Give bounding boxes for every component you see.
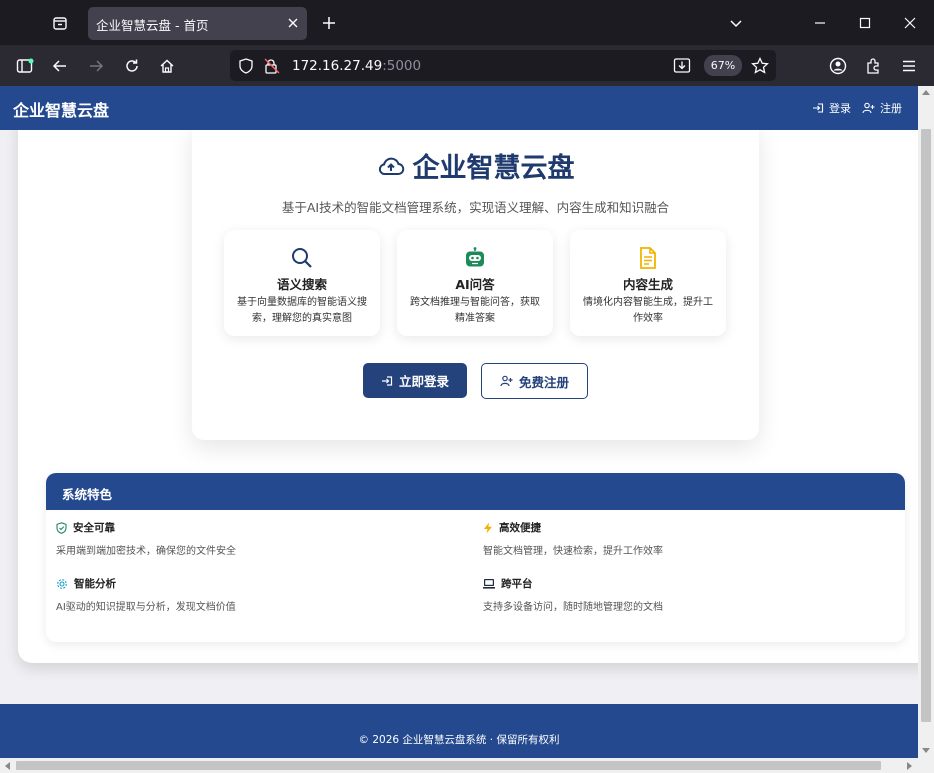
- url-port: :5000: [382, 58, 422, 74]
- scroll-up-arrow-icon[interactable]: [922, 90, 930, 95]
- feature-title: 语义搜索: [276, 277, 327, 292]
- page-footer: © 2026 企业智慧云盘系统 · 保留所有权利: [0, 704, 918, 758]
- feature-card-ai-qa: AI问答 跨文档推理与智能问答，获取精准答案: [397, 230, 553, 336]
- new-tab-icon[interactable]: [318, 12, 340, 34]
- url-text[interactable]: 172.16.27.49:5000: [292, 58, 421, 74]
- scroll-down-arrow-icon[interactable]: [922, 748, 930, 753]
- system-feature-title: 智能分析: [74, 578, 116, 590]
- scroll-left-arrow-icon[interactable]: [5, 762, 10, 770]
- shield-icon[interactable]: [239, 58, 253, 78]
- system-feature-title: 高效便捷: [499, 522, 541, 534]
- feature-desc: 情境化内容智能生成，提升工作效率: [583, 297, 713, 324]
- forward-icon[interactable]: [83, 53, 109, 79]
- horizontal-scrollbar[interactable]: [0, 758, 934, 773]
- url-host: 172.16.27.49: [292, 58, 383, 74]
- header-register-label: 注册: [880, 102, 902, 115]
- download-page-icon[interactable]: [673, 57, 691, 78]
- system-features-card: 系统特色 安全可靠 采用端到端加密技术，确保您的文件安全 高效便捷 智能文档管理…: [46, 473, 905, 642]
- browser-tab-active[interactable]: 企业智慧云盘 - 首页: [88, 7, 307, 40]
- feature-title: 内容生成: [622, 277, 673, 292]
- brand-logo-text[interactable]: 企业智慧云盘: [13, 97, 109, 121]
- feature-desc: 基于向量数据库的智能语义搜索，理解您的真实意图: [237, 297, 367, 324]
- page-content: 企业智慧云盘 基于AI技术的智能文档管理系统，实现语义理解、内容生成和知识融合 …: [0, 130, 918, 758]
- extensions-icon[interactable]: [861, 53, 887, 79]
- tab-title: 企业智慧云盘 - 首页: [96, 18, 209, 33]
- login-now-label: 立即登录: [398, 374, 449, 389]
- close-window-icon[interactable]: [898, 11, 922, 35]
- reload-icon[interactable]: [119, 53, 145, 79]
- system-feature-desc: 采用端到端加密技术，确保您的文件安全: [56, 546, 236, 557]
- hero-title: 企业智慧云盘: [192, 146, 759, 185]
- login-icon: [813, 103, 824, 113]
- vertical-scroll-thumb[interactable]: [921, 129, 931, 722]
- feature-card-content-generation: 内容生成 情境化内容智能生成，提升工作效率: [570, 230, 726, 336]
- tab-list-icon[interactable]: [48, 11, 72, 35]
- shield-icon: [56, 521, 67, 534]
- robot-icon: [466, 247, 484, 267]
- free-register-label: 免费注册: [518, 374, 569, 390]
- account-icon[interactable]: [825, 53, 851, 79]
- system-features-header: 系统特色: [46, 473, 905, 510]
- zoom-level-badge[interactable]: 67%: [704, 55, 742, 76]
- menu-icon[interactable]: [896, 53, 922, 79]
- scroll-right-arrow-icon[interactable]: [907, 762, 912, 770]
- login-now-button[interactable]: 立即登录: [363, 363, 467, 398]
- sidebar-toggle-icon[interactable]: [12, 53, 38, 79]
- add-user-icon: [500, 375, 513, 387]
- system-feature-desc: 智能文档管理，快速检索，提升工作效率: [483, 546, 663, 557]
- add-user-icon: [862, 102, 875, 114]
- footer-copyright: © 2026 企业智慧云盘系统 · 保留所有权利: [358, 734, 560, 746]
- home-icon[interactable]: [154, 53, 180, 79]
- feature-card-semantic-search: 语义搜索 基于向量数据库的智能语义搜索，理解您的真实意图: [224, 230, 380, 336]
- cloud-upload-icon: [378, 157, 404, 175]
- lightning-icon: [484, 522, 492, 533]
- system-feature-security: 安全可靠 采用端到端加密技术，确保您的文件安全: [56, 520, 236, 557]
- maximize-icon[interactable]: [853, 11, 877, 35]
- minimize-icon[interactable]: [808, 11, 832, 35]
- header-login-label: 登录: [829, 102, 851, 115]
- feature-title: AI问答: [455, 277, 495, 292]
- insecure-lock-icon[interactable]: [264, 58, 280, 78]
- feature-desc: 跨文档推理与智能问答，获取精准答案: [410, 297, 540, 324]
- tab-overflow-chevron-icon[interactable]: [724, 11, 748, 35]
- browser-nav-bar: 172.16.27.49:5000 67%: [0, 45, 934, 86]
- address-bar[interactable]: 172.16.27.49:5000 67%: [230, 50, 776, 81]
- browser-tab-bar: 企业智慧云盘 - 首页: [0, 0, 934, 45]
- system-feature-efficiency: 高效便捷 智能文档管理，快速检索，提升工作效率: [483, 520, 663, 557]
- back-icon[interactable]: [47, 53, 73, 79]
- bookmark-star-icon[interactable]: [751, 56, 769, 79]
- login-icon: [381, 375, 393, 386]
- hero-title-text: 企业智慧云盘: [412, 153, 575, 184]
- free-register-button[interactable]: 免费注册: [481, 363, 588, 399]
- header-register-link[interactable]: 注册: [862, 100, 902, 116]
- hero-subtitle: 基于AI技术的智能文档管理系统，实现语义理解、内容生成和知识融合: [281, 200, 670, 215]
- hero-card: 企业智慧云盘 基于AI技术的智能文档管理系统，实现语义理解、内容生成和知识融合 …: [192, 130, 759, 440]
- system-feature-title: 跨平台: [501, 578, 533, 590]
- app-header: 企业智慧云盘 登录 注册: [0, 86, 918, 130]
- vertical-scrollbar[interactable]: [918, 86, 934, 758]
- system-feature-analysis: 智能分析 AI驱动的知识提取与分析，发现文档价值: [56, 576, 236, 613]
- horizontal-scroll-thumb[interactable]: [16, 761, 881, 770]
- laptop-icon: [483, 579, 495, 589]
- header-login-link[interactable]: 登录: [812, 100, 851, 116]
- system-feature-desc: AI驱动的知识提取与分析，发现文档价值: [56, 602, 236, 613]
- tab-close-icon[interactable]: [285, 15, 301, 31]
- system-feature-title: 安全可靠: [73, 522, 115, 534]
- system-features-title: 系统特色: [62, 487, 113, 502]
- gear-icon: [57, 578, 67, 589]
- search-icon: [292, 248, 312, 268]
- system-feature-desc: 支持多设备访问，随时随地管理您的文档: [483, 602, 663, 613]
- document-icon: [640, 247, 656, 269]
- system-feature-cross-platform: 跨平台 支持多设备访问，随时随地管理您的文档: [483, 576, 663, 613]
